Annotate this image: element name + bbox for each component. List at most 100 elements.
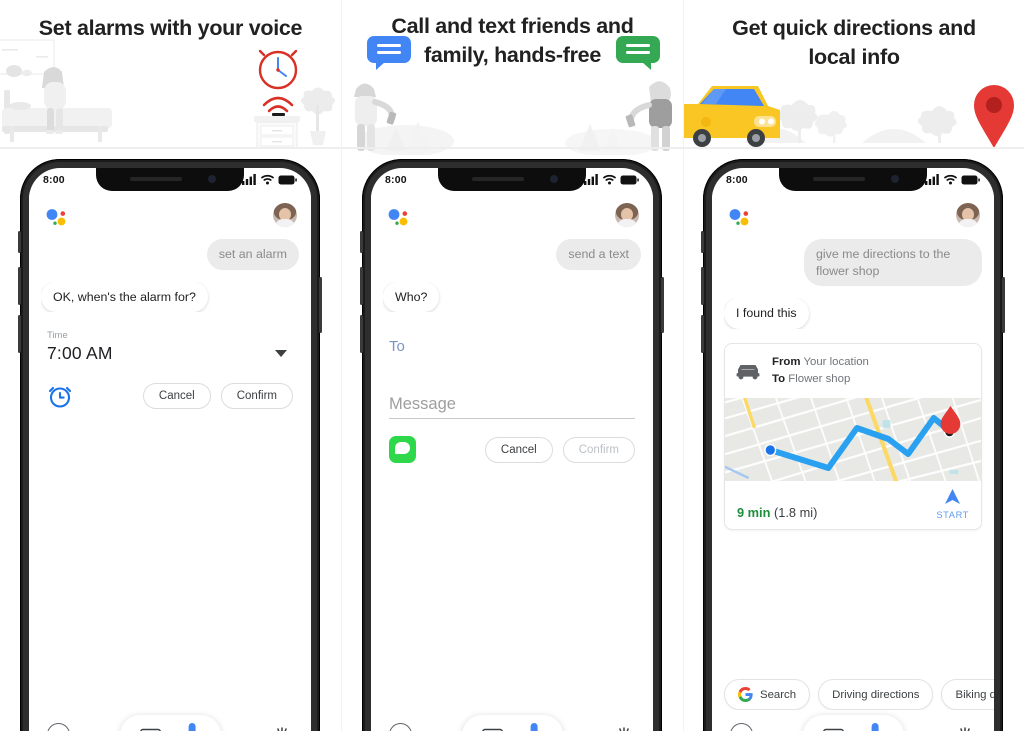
google-lens-icon[interactable] [271, 725, 293, 731]
route-distance: (1.8 mi) [774, 505, 818, 521]
assistant-app: give me directions to the flower shop I … [712, 191, 994, 731]
message-widget: To Message Cancel Confirm [371, 338, 653, 464]
google-lens-icon[interactable] [954, 725, 976, 731]
compass-explore-icon[interactable] [47, 723, 70, 731]
hero-alarms: Set alarms with your voice [0, 0, 341, 155]
chevron-down-icon[interactable] [275, 350, 287, 358]
headline-call-text: Call and text friends and family, hands-… [391, 14, 634, 67]
input-pod [462, 714, 563, 731]
cancel-button[interactable]: Cancel [484, 436, 553, 463]
mute-switch[interactable] [701, 231, 704, 253]
avatar-body [617, 219, 637, 227]
power-button[interactable] [1002, 277, 1005, 333]
time-field-row[interactable]: 7:00 AM [47, 343, 293, 364]
power-button[interactable] [319, 277, 322, 333]
conversation-alarms: set an alarm OK, when's the alarm for? [29, 239, 311, 313]
assistant-app: set an alarm OK, when's the alarm for? T… [29, 191, 311, 731]
suggestion-chips: Search Driving directions Biking d [712, 679, 994, 710]
bedroom-illustration [0, 39, 112, 142]
from-value: Your location [803, 356, 869, 369]
cancel-button[interactable]: Cancel [142, 383, 211, 410]
hero-ground-line [0, 147, 341, 149]
start-navigation-button[interactable]: START [936, 489, 969, 520]
wifi-icon [261, 174, 274, 185]
google-assistant-dots-icon[interactable] [729, 208, 751, 228]
message-buttons: Cancel Confirm [484, 436, 635, 463]
headline-directions: Get quick directions and local info [732, 16, 976, 69]
volume-down-button[interactable] [18, 315, 21, 353]
route-eta: 9 min (1.8 mi) [737, 505, 817, 520]
hero-ground-line [684, 147, 1024, 149]
route-map[interactable] [725, 398, 981, 482]
assistant-message-bubble: OK, when's the alarm for? [41, 281, 208, 313]
front-camera [891, 175, 899, 183]
message-row-assistant: OK, when's the alarm for? [41, 281, 299, 313]
keyboard-icon[interactable] [482, 727, 503, 731]
alarm-buttons: Cancel Confirm [142, 383, 293, 410]
status-time: 8:00 [385, 173, 407, 186]
chip-biking-directions[interactable]: Biking d [941, 679, 994, 710]
chip-search[interactable]: Search [724, 679, 811, 710]
volume-down-button[interactable] [360, 315, 363, 353]
power-button[interactable] [661, 277, 664, 333]
front-camera [550, 175, 558, 183]
user-avatar[interactable] [956, 203, 980, 227]
google-assistant-dots-icon[interactable] [388, 208, 410, 228]
start-label: START [936, 510, 969, 521]
conversation-directions: give me directions to the flower shop I … [712, 239, 994, 330]
front-camera [208, 175, 216, 183]
chip-driving-directions[interactable]: Driving directions [818, 679, 934, 710]
google-lens-icon[interactable] [613, 725, 635, 731]
battery-icon [961, 175, 980, 184]
assistant-header [712, 191, 994, 239]
panel-set-alarms: Set alarms with your voice 8:00 set an a… [0, 0, 341, 731]
microphone-icon[interactable] [866, 722, 884, 731]
message-row-user: give me directions to the flower shop [724, 239, 982, 287]
route-to-line: To Flower shop [772, 371, 869, 388]
keyboard-icon[interactable] [823, 727, 844, 731]
yellow-car-illustration [684, 86, 780, 147]
phone-notch [96, 168, 244, 191]
phone-mockup-alarms: 8:00 set an alarm OK, when's the alarm f… [18, 159, 322, 731]
compass-explore-icon[interactable] [730, 723, 753, 731]
status-indicators [925, 174, 980, 185]
confirm-button[interactable]: Confirm [562, 436, 635, 463]
user-avatar[interactable] [273, 203, 297, 227]
volume-up-button[interactable] [701, 267, 704, 305]
earpiece-speaker [472, 177, 524, 181]
google-assistant-dots-icon[interactable] [46, 208, 68, 228]
microphone-icon[interactable] [183, 722, 201, 731]
mute-switch[interactable] [360, 231, 363, 253]
sms-messages-icon [389, 436, 416, 464]
alarm-clock-icon [48, 387, 72, 409]
assistant-bottom-bar [712, 710, 994, 731]
to-field-label[interactable]: To [371, 338, 653, 355]
app-store-screenshot-gallery: Set alarms with your voice 8:00 set an a… [0, 0, 1024, 731]
headline-alarms: Set alarms with your voice [38, 16, 303, 40]
volume-up-button[interactable] [18, 267, 21, 305]
microphone-icon[interactable] [525, 722, 543, 731]
compass-explore-icon[interactable] [389, 723, 412, 731]
input-pod [803, 714, 904, 731]
status-time: 8:00 [726, 173, 748, 186]
hero-ground-line [342, 147, 683, 149]
avatar-body [958, 219, 978, 227]
confirm-button[interactable]: Confirm [220, 383, 293, 410]
mute-switch[interactable] [18, 231, 21, 253]
route-duration: 9 min [737, 505, 771, 521]
message-input[interactable]: Message [389, 395, 635, 420]
panel-directions: Get quick directions and local info 8:00… [684, 0, 1024, 731]
panel-call-and-text: Call and text friends and family, hands-… [342, 0, 683, 731]
to-value: Flower shop [788, 373, 851, 386]
volume-up-button[interactable] [360, 267, 363, 305]
keyboard-icon[interactable] [140, 727, 161, 731]
volume-down-button[interactable] [701, 315, 704, 353]
chip-label: Biking d [955, 688, 994, 701]
cellular-signal-icon [925, 174, 939, 185]
directions-card[interactable]: From Your location To Flower shop 9 min … [724, 343, 982, 531]
battery-icon [278, 175, 297, 184]
directions-card-footer: 9 min (1.8 mi) START [725, 481, 981, 529]
user-avatar[interactable] [615, 203, 639, 227]
google-g-icon [738, 687, 753, 702]
assistant-app: send a text Who? To Message Cancel Confi… [371, 191, 653, 731]
